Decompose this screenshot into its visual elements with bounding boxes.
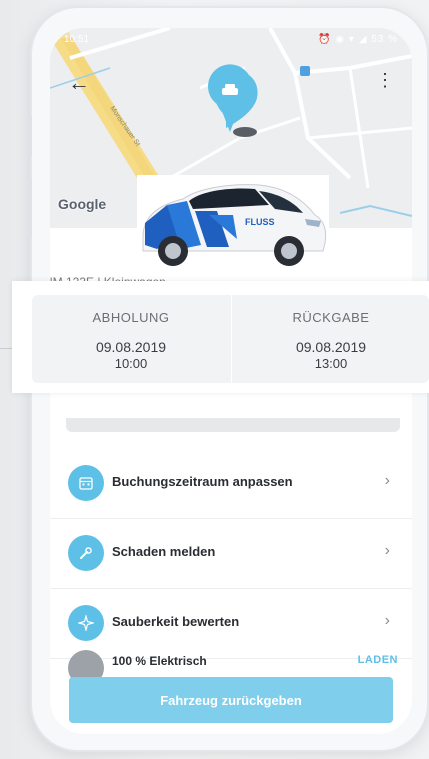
- return-column: RÜCKGABE 09.08.2019 13:00: [232, 295, 429, 383]
- more-options-icon[interactable]: ⋮: [376, 70, 394, 91]
- card-shadow: [66, 418, 400, 432]
- sparkle-icon: [68, 605, 104, 641]
- back-arrow-icon[interactable]: ←: [68, 70, 90, 96]
- action-report-damage[interactable]: Schaden melden ›: [50, 518, 412, 589]
- car-brand-text: FLUSS: [245, 217, 275, 227]
- phone-button: [28, 116, 32, 156]
- chevron-right-icon: ›: [384, 472, 390, 489]
- electric-row: 100 % Elektrisch LADEN: [50, 644, 412, 686]
- status-time: 10:51: [64, 34, 90, 45]
- pickup-column: ABHOLUNG 09.08.2019 10:00: [32, 295, 230, 383]
- return-label: RÜCKGABE: [292, 310, 370, 325]
- status-bar: 10:51 ⏰ ◉ ▾ ◢ 53 %: [50, 28, 412, 52]
- return-time: 13:00: [314, 356, 348, 371]
- chevron-right-icon: ›: [384, 612, 390, 629]
- booking-card[interactable]: ABHOLUNG 09.08.2019 10:00 RÜCKGABE 09.08…: [32, 295, 429, 383]
- chevron-right-icon: ›: [384, 542, 390, 559]
- return-vehicle-button[interactable]: Fahrzeug zurückgeben: [69, 677, 393, 723]
- charge-link[interactable]: LADEN: [358, 654, 398, 666]
- action-label: Buchungszeitraum anpassen: [112, 474, 293, 489]
- electric-label: 100 % Elektrisch: [112, 654, 207, 668]
- pickup-date: 09.08.2019: [95, 339, 167, 355]
- car-image: FLUSS: [137, 175, 329, 271]
- phone-button: [28, 178, 32, 238]
- wrench-icon: [68, 535, 104, 571]
- action-adjust-booking[interactable]: Buchungszeitraum anpassen ›: [50, 448, 412, 519]
- action-label: Schaden melden: [112, 544, 216, 559]
- calendar-icon: [68, 465, 104, 501]
- action-label: Sauberkeit bewerten: [112, 614, 240, 629]
- return-date: 09.08.2019: [295, 339, 367, 355]
- pickup-label: ABHOLUNG: [92, 310, 170, 325]
- google-attribution: Google: [58, 196, 107, 212]
- pickup-time: 10:00: [114, 356, 148, 371]
- status-indicators: ⏰ ◉ ▾ ◢ 53 %: [318, 34, 398, 45]
- booking-period-panel: ABHOLUNG 09.08.2019 10:00 RÜCKGABE 09.08…: [12, 281, 429, 393]
